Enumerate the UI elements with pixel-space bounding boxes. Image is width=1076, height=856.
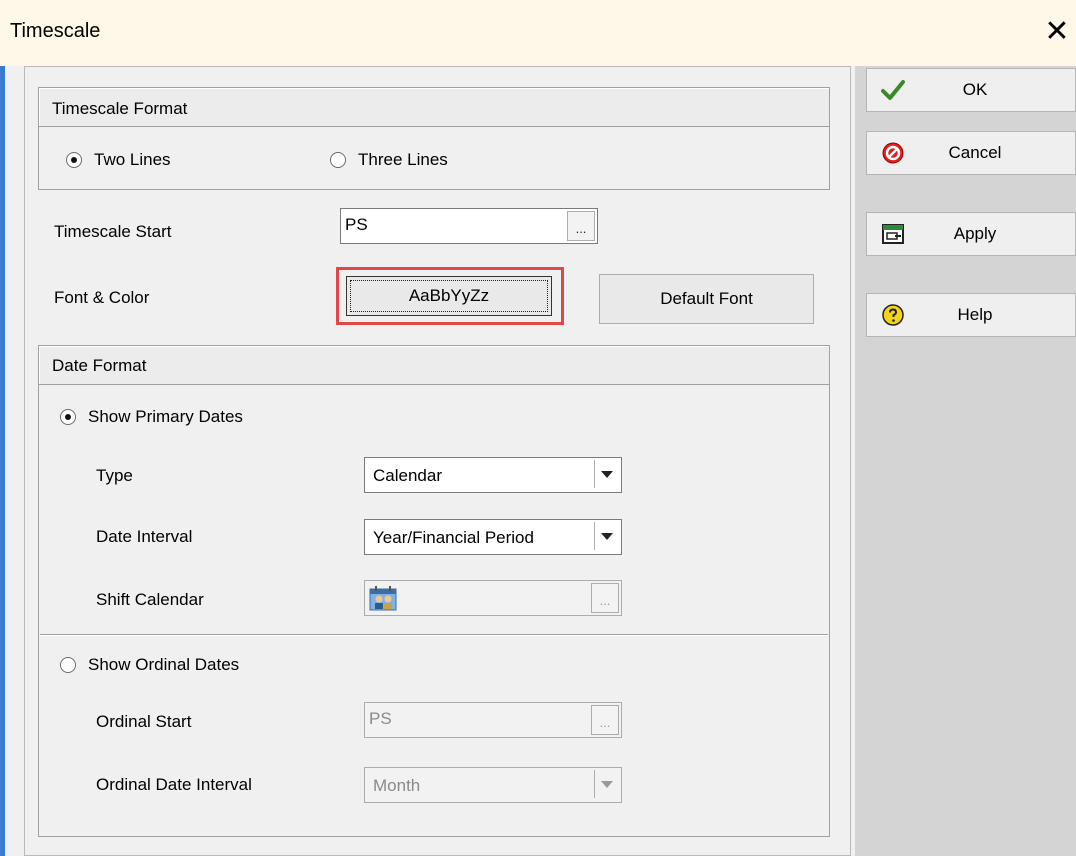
chevron-down-icon[interactable]: [594, 522, 619, 550]
font-sample-button[interactable]: AaBbYyZz: [346, 276, 552, 316]
timescale-start-field[interactable]: PS ...: [340, 208, 598, 244]
font-color-label: Font & Color: [54, 288, 150, 307]
radio-button-icon: [330, 152, 346, 168]
help-icon: [882, 304, 904, 326]
timescale-start-browse-button[interactable]: ...: [567, 211, 595, 241]
apply-button[interactable]: Apply: [866, 212, 1076, 256]
window-left-border: [0, 66, 5, 856]
two-lines-radio[interactable]: Two Lines: [66, 150, 171, 170]
date-format-header: [38, 345, 830, 385]
ordinal-start-field[interactable]: PS ...: [364, 702, 622, 738]
group-divider: [40, 634, 828, 636]
show-primary-dates-radio[interactable]: Show Primary Dates: [60, 407, 243, 427]
ok-button[interactable]: OK: [866, 68, 1076, 112]
apply-label: Apply: [953, 224, 997, 243]
date-interval-label: Date Interval: [96, 527, 193, 546]
apply-icon: [882, 224, 904, 244]
three-lines-label: Three Lines: [358, 150, 448, 169]
timescale-start-value: PS: [345, 215, 368, 234]
type-select[interactable]: Calendar: [364, 457, 622, 493]
close-icon[interactable]: ✕: [1040, 12, 1074, 52]
help-label: Help: [957, 305, 993, 324]
checkmark-icon: [881, 80, 905, 100]
chevron-down-icon[interactable]: [594, 460, 619, 488]
chevron-down-icon[interactable]: [594, 770, 619, 798]
two-lines-label: Two Lines: [94, 150, 171, 169]
cancel-button[interactable]: Cancel: [866, 131, 1076, 175]
timescale-format-title: Timescale Format: [52, 99, 188, 118]
help-button[interactable]: Help: [866, 293, 1076, 337]
ordinal-start-label: Ordinal Start: [96, 712, 192, 731]
radio-button-icon: [60, 409, 76, 425]
ok-label: OK: [962, 80, 988, 99]
ordinal-start-browse-button[interactable]: ...: [591, 705, 619, 735]
three-lines-radio[interactable]: Three Lines: [330, 150, 448, 170]
ordinal-date-interval-value: Month: [373, 776, 421, 795]
ordinal-start-value: PS: [369, 709, 392, 728]
radio-button-icon: [66, 152, 82, 168]
window-title: Timescale: [10, 20, 101, 42]
show-ordinal-dates-label: Show Ordinal Dates: [88, 655, 240, 674]
default-font-button[interactable]: Default Font: [599, 274, 814, 324]
cancel-label: Cancel: [948, 143, 1002, 162]
calendar-people-icon: [369, 586, 397, 611]
date-format-title: Date Format: [52, 356, 147, 375]
title-bar: [0, 0, 1076, 66]
shift-calendar-label: Shift Calendar: [96, 590, 204, 609]
show-primary-dates-label: Show Primary Dates: [88, 407, 243, 426]
timescale-start-label: Timescale Start: [54, 222, 172, 241]
date-interval-value: Year/Financial Period: [373, 528, 534, 547]
shift-calendar-browse-button[interactable]: ...: [591, 583, 619, 613]
show-ordinal-dates-radio[interactable]: Show Ordinal Dates: [60, 655, 239, 675]
type-label: Type: [96, 466, 133, 485]
ordinal-date-interval-label: Ordinal Date Interval: [96, 775, 252, 794]
radio-button-icon: [60, 657, 76, 673]
cancel-icon: [882, 142, 904, 164]
date-interval-select[interactable]: Year/Financial Period: [364, 519, 622, 555]
button-panel: [855, 66, 1076, 856]
shift-calendar-field[interactable]: ...: [364, 580, 622, 616]
ordinal-date-interval-select[interactable]: Month: [364, 767, 622, 803]
type-value: Calendar: [373, 466, 442, 485]
